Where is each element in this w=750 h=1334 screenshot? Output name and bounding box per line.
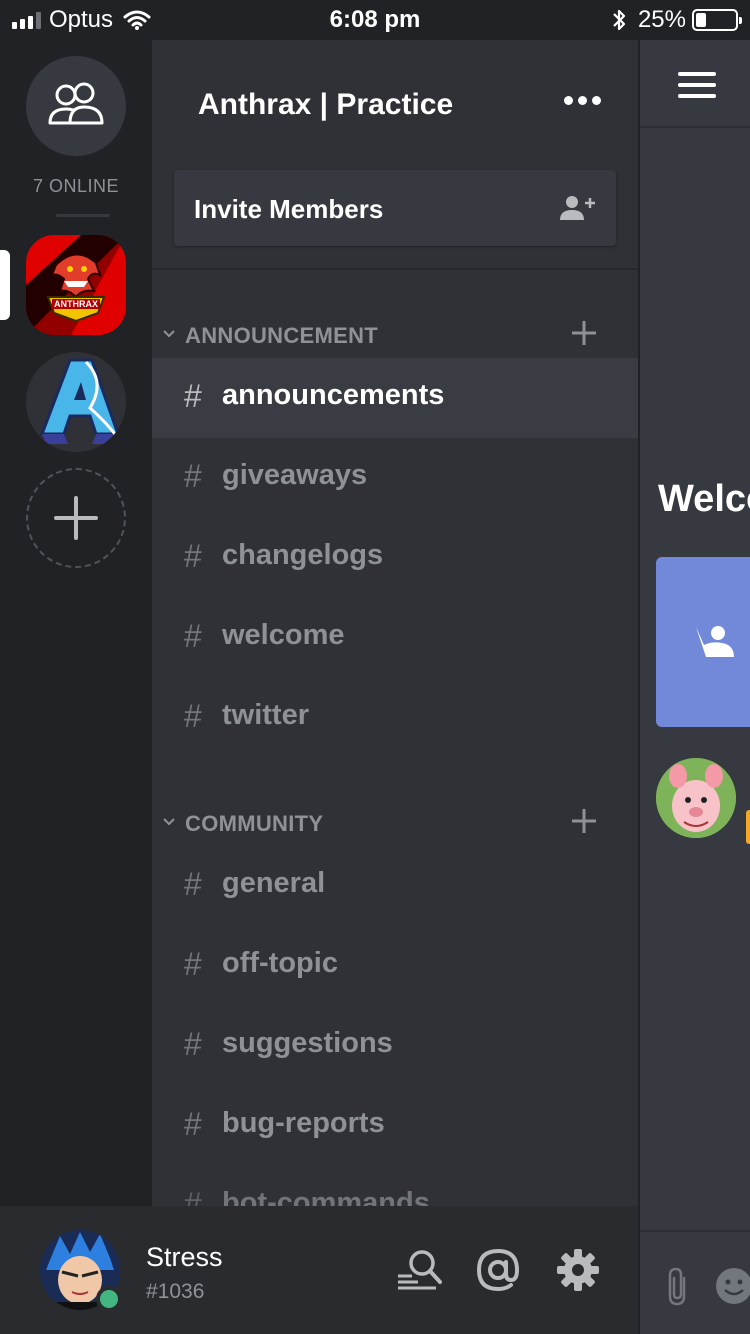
hash-icon: # (184, 1106, 202, 1142)
gear-icon[interactable] (556, 1248, 600, 1292)
category-label: COMMUNITY (185, 811, 324, 836)
wave-user-icon (696, 626, 734, 657)
channel-announcements[interactable]: # announcements (152, 358, 638, 438)
chevron-down-icon (163, 330, 175, 338)
guild-header[interactable]: Anthrax | Practice (152, 40, 638, 170)
bluetooth-icon (613, 9, 626, 31)
chat-input-bar (640, 1230, 750, 1334)
channel-name: bug-reports (222, 1107, 385, 1139)
channel-bot-commands[interactable]: # bot-commands (152, 1166, 638, 1206)
rail-divider (56, 214, 110, 217)
channel-name: general (222, 867, 326, 899)
hash-icon: # (184, 378, 202, 414)
invite-members-button[interactable]: Invite Members (174, 170, 616, 246)
hash-icon: # (184, 698, 202, 734)
plus-icon (54, 496, 98, 540)
channel-bug-reports[interactable]: # bug-reports (152, 1086, 638, 1166)
add-channel-icon[interactable] (570, 319, 598, 347)
a-logo-icon (26, 352, 126, 452)
channel-name: changelogs (222, 539, 384, 571)
user-discriminator: #1036 (146, 1280, 205, 1303)
menu-icon[interactable] (678, 72, 716, 105)
piglet-avatar-icon (656, 758, 736, 838)
server-rail: 7 ONLINE ANTHRAX (0, 40, 152, 1206)
hash-icon: # (184, 458, 202, 494)
hash-icon: # (184, 946, 202, 982)
channel-name: off-topic (222, 947, 338, 979)
hash-icon: # (184, 1186, 202, 1206)
hash-icon: # (184, 1026, 202, 1062)
status-right: 25% (612, 6, 742, 34)
category-announcement[interactable]: ANNOUNCEMENT (152, 315, 638, 355)
welcome-heading: Welco (658, 478, 750, 520)
server-icon-a[interactable] (26, 352, 126, 452)
mentions-icon[interactable] (476, 1248, 520, 1292)
channel-name: bot-commands (222, 1187, 430, 1206)
server-icon-anthrax[interactable]: ANTHRAX (26, 235, 126, 335)
paperclip-icon[interactable] (664, 1266, 690, 1306)
status-bar: Optus 6:08 pm 25% (0, 0, 750, 40)
friends-icon (48, 82, 104, 125)
channel-name: giveaways (222, 459, 368, 491)
hash-icon: # (184, 618, 202, 654)
battery-fill (696, 13, 706, 27)
channel-general[interactable]: # general (152, 846, 638, 926)
hash-icon: # (184, 866, 202, 902)
channel-welcome[interactable]: # welcome (152, 598, 638, 678)
anthrax-logo-icon: ANTHRAX (26, 235, 126, 335)
invite-members-label: Invite Members (194, 194, 384, 224)
guild-name: Anthrax | Practice (198, 88, 454, 121)
add-channel-icon[interactable] (570, 807, 598, 835)
selected-server-indicator (0, 250, 10, 320)
channel-suggestions[interactable]: # suggestions (152, 1006, 638, 1086)
chat-area: Welco (640, 40, 750, 1334)
badge-marker (746, 810, 750, 844)
category-community[interactable]: COMMUNITY (152, 803, 638, 843)
hash-icon: # (184, 538, 202, 574)
online-count: 7 ONLINE (32, 176, 120, 196)
channel-name: welcome (222, 619, 345, 651)
add-server-button[interactable] (26, 468, 126, 568)
channel-giveaways[interactable]: # giveaways (152, 438, 638, 518)
channel-panel: Anthrax | Practice Invite Members ANNOUN… (152, 40, 638, 1206)
channel-name: announcements (222, 379, 445, 411)
more-options-icon[interactable] (564, 96, 601, 105)
battery-percent: 25% (637, 6, 686, 33)
chevron-down-icon (163, 818, 175, 826)
chat-header (640, 40, 750, 128)
channel-off-topic[interactable]: # off-topic (152, 926, 638, 1006)
search-icon[interactable] (396, 1248, 442, 1290)
channel-name: twitter (222, 699, 309, 731)
username: Stress (146, 1242, 223, 1272)
battery-icon (692, 9, 742, 31)
app-root: Optus 6:08 pm 25% 7 ONLINE ANTHRAX Anthr… (0, 0, 750, 1334)
panel-divider (152, 268, 638, 270)
channel-name: suggestions (222, 1027, 393, 1059)
emoji-icon[interactable] (714, 1266, 750, 1306)
add-member-icon (560, 196, 595, 220)
friends-button[interactable] (26, 56, 126, 156)
user-panel: Stress #1036 (0, 1206, 638, 1334)
welcome-card[interactable] (656, 557, 750, 727)
message-avatar[interactable] (656, 758, 736, 838)
online-status-indicator (96, 1286, 122, 1312)
svg-text:ANTHRAX: ANTHRAX (54, 299, 98, 309)
category-label: ANNOUNCEMENT (185, 323, 379, 348)
channel-changelogs[interactable]: # changelogs (152, 518, 638, 598)
channel-twitter[interactable]: # twitter (152, 678, 638, 758)
